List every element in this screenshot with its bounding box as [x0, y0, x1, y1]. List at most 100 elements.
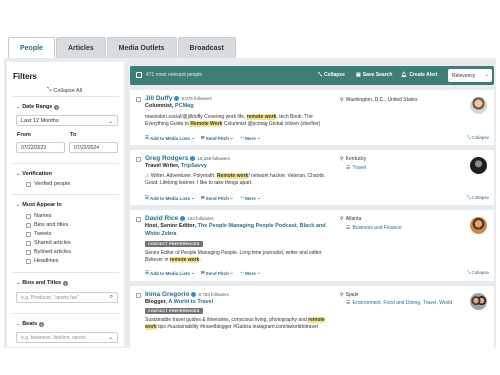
dots-icon: ⋯: [239, 195, 245, 200]
action-label: More: [245, 195, 256, 201]
checkbox-label: Shared articles: [34, 240, 71, 246]
search-icon[interactable]: ⌕: [110, 294, 113, 301]
map-pin-icon: ⚲: [340, 97, 344, 103]
chevron-down-icon: ⌄: [229, 270, 234, 275]
card-collapse-button[interactable]: ⤡ Collapse: [467, 135, 489, 140]
date-range-header[interactable]: ⌄ Date Range i: [16, 104, 60, 110]
option-bios-titles[interactable]: Bios and titles: [26, 222, 68, 228]
card-collapse-button[interactable]: ⤡ Collapse: [467, 270, 489, 275]
avatar[interactable]: [470, 157, 487, 174]
option-bylined-articles[interactable]: Bylined articles: [26, 249, 71, 255]
save-search-label: Save Search: [362, 72, 393, 78]
collapse-all-button[interactable]: ⤡ Collapse All: [47, 87, 82, 94]
add-to-media-lists-button[interactable]: ☰ Add to Media Lists ⌄: [145, 135, 195, 141]
card-collapse-button[interactable]: ⤡ Collapse: [467, 195, 489, 200]
option-tweets[interactable]: Tweets: [26, 231, 51, 237]
location-text: Kentucky: [345, 156, 367, 162]
person-name-link[interactable]: David Rice 103 followers: [145, 215, 214, 222]
more-button[interactable]: ⋯ More ⌄: [240, 270, 261, 276]
beats-text[interactable]: Business and Finance: [352, 225, 401, 231]
verification-header[interactable]: ⌄ Verification: [16, 171, 52, 177]
create-alert-button[interactable]: 🔔︎ Create Alert: [401, 72, 438, 78]
avatar[interactable]: [470, 97, 487, 114]
from-date-input[interactable]: 07/22/2023: [16, 142, 65, 153]
to-date-input[interactable]: 07/22/2024: [69, 142, 118, 153]
outlet-link[interactable]: TripSavvy: [181, 163, 207, 169]
more-button[interactable]: ⋯ More ⌄: [240, 135, 261, 141]
action-label: Add to Media Lists: [150, 270, 191, 276]
beats-text[interactable]: Travel: [352, 165, 366, 171]
info-icon[interactable]: i: [63, 280, 69, 286]
card-checkbox[interactable]: [136, 157, 141, 162]
checkbox[interactable]: [26, 249, 31, 255]
checkbox[interactable]: [26, 258, 31, 264]
action-label: More: [245, 270, 256, 276]
add-to-media-lists-button[interactable]: ☰ Add to Media Lists ⌄: [145, 270, 195, 276]
title-role: Columnist,: [145, 103, 175, 109]
person-title: Blogger, A World to Travel: [145, 299, 330, 307]
contact-preferences-badge[interactable]: CONTACT PREFERENCES: [145, 308, 203, 314]
chevron-down-icon: ⌄: [16, 171, 21, 177]
date-range-value: Last 12 Months: [21, 117, 59, 124]
avatar[interactable]: [470, 217, 487, 234]
beats-input[interactable]: e.g. business, fashion, sports ⌄: [16, 332, 118, 343]
avatar[interactable]: [470, 293, 487, 310]
send-pitch-button[interactable]: ✉ Send Pitch ⌄: [201, 135, 234, 141]
divider: [13, 313, 119, 314]
select-all-checkbox[interactable]: [136, 72, 142, 78]
page-bottom: [0, 348, 500, 375]
card-checkbox[interactable]: [136, 293, 141, 298]
bios-titles-input[interactable]: e.g. Producer, "sports fan" ⌕: [16, 292, 118, 303]
map-pin-icon: ⚲: [340, 292, 344, 298]
option-shared-articles[interactable]: Shared articles: [26, 240, 71, 246]
checkbox[interactable]: [26, 240, 31, 246]
beats-text[interactable]: Environment, Food and Dining, Travel, Wo…: [352, 300, 452, 306]
must-appear-in-header[interactable]: ⌄ Must Appear In: [16, 202, 62, 208]
bio-highlight: Remote Work: [190, 121, 223, 127]
outlet-link[interactable]: A World to Travel: [168, 299, 213, 305]
option-headlines[interactable]: Headlines: [26, 258, 58, 264]
title-role: Host, Senior Editor,: [145, 223, 198, 229]
card-checkbox[interactable]: [136, 97, 141, 102]
send-pitch-button[interactable]: ✉ Send Pitch ⌄: [201, 270, 234, 276]
sort-select[interactable]: Relevancy ⌄: [448, 69, 492, 82]
person-bio: Sustainable travel guides & itineraries,…: [145, 317, 337, 331]
outlet-link[interactable]: PCMag: [175, 103, 194, 109]
bio-text: .: [199, 257, 201, 263]
contact-preferences-badge[interactable]: CONTACT PREFERENCES: [145, 241, 203, 247]
checkbox[interactable]: [26, 213, 31, 219]
tab-people[interactable]: People: [8, 37, 55, 58]
person-name-link[interactable]: Jill Duffy 6,079 followers: [145, 95, 212, 102]
verified-people-checkbox[interactable]: Verified people: [26, 181, 70, 187]
bio-highlight: remote work: [169, 257, 200, 263]
checkbox-label: Bylined articles: [34, 249, 71, 255]
beats-header[interactable]: ⌄ Beats i: [16, 321, 45, 327]
info-icon[interactable]: i: [54, 104, 60, 110]
more-button[interactable]: ⋯ More ⌄: [240, 195, 261, 201]
bios-titles-header[interactable]: ⌄ Bios and Titles i: [16, 280, 69, 286]
option-names[interactable]: Names: [26, 213, 51, 219]
person-name: Jill Duffy: [145, 95, 173, 102]
tab-broadcast[interactable]: Broadcast: [177, 37, 236, 58]
person-bio: ⚠ Writer. Adventurer. Polymath. Remote w…: [145, 173, 337, 187]
person-name-link[interactable]: Inma Gregorio 8,783 followers: [145, 291, 229, 298]
person-name-link[interactable]: Greg Rodgers 10,158 followers: [145, 155, 230, 162]
person-title: Travel Writer, TripSavvy: [145, 163, 330, 171]
chevron-down-icon: ⌄: [484, 72, 489, 78]
tab-articles[interactable]: Articles: [55, 37, 106, 58]
info-icon[interactable]: i: [39, 321, 45, 327]
checkbox[interactable]: [26, 222, 31, 228]
checkbox[interactable]: [26, 231, 31, 237]
results-count: 471 most relevant people: [146, 72, 203, 78]
tab-media-outlets[interactable]: Media Outlets: [106, 37, 177, 58]
chevron-down-icon: ⌄: [107, 335, 113, 341]
location-text: Atlanta: [345, 216, 362, 222]
add-to-media-lists-button[interactable]: ☰ Add to Media Lists ⌄: [145, 195, 195, 201]
save-search-button[interactable]: ▣ Save Search: [356, 72, 392, 78]
send-pitch-button[interactable]: ✉ Send Pitch ⌄: [201, 195, 234, 201]
person-name: David Rice: [145, 215, 179, 222]
collapse-results-button[interactable]: ⤡ Collapse: [318, 72, 345, 78]
checkbox[interactable]: [26, 181, 31, 187]
card-checkbox[interactable]: [136, 217, 141, 222]
date-range-select[interactable]: Last 12 Months ⌄: [16, 115, 118, 126]
